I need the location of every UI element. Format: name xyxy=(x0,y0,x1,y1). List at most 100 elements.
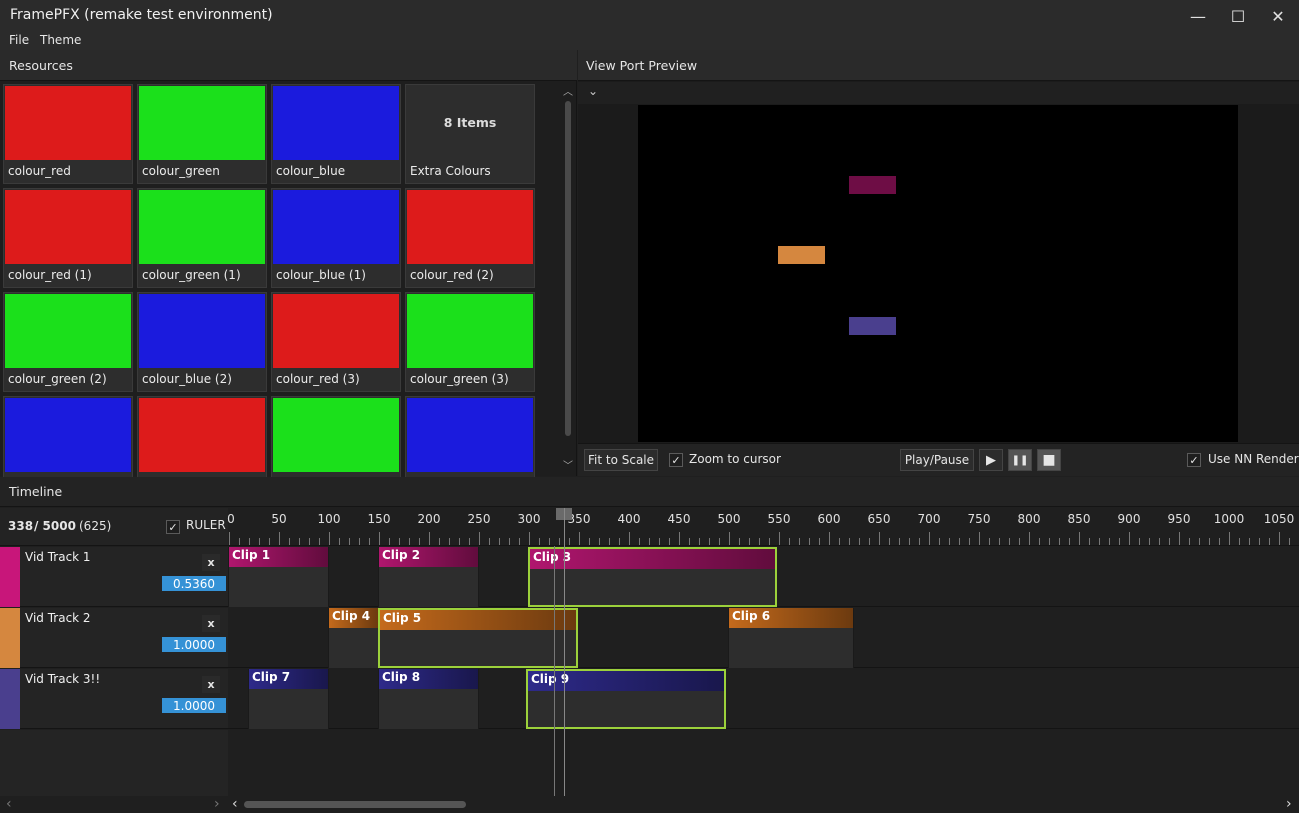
ruler-tick-label: 1000 xyxy=(1213,512,1245,526)
ruler-checkbox[interactable]: ✓ xyxy=(166,520,180,534)
timeline-clip[interactable]: Clip 6 xyxy=(728,608,854,668)
timeline-clip[interactable]: Clip 5 xyxy=(378,608,578,668)
timeline-clip[interactable]: Clip 7 xyxy=(248,669,329,729)
chevron-down-icon[interactable]: ⌄ xyxy=(588,84,598,98)
preview-canvas[interactable] xyxy=(638,105,1238,442)
track-opacity-slider[interactable]: 0.5360 xyxy=(162,576,226,591)
resource-item[interactable]: colour_red (2) xyxy=(405,188,535,288)
resources-scrollbar[interactable]: ︿ ﹀ xyxy=(561,83,575,473)
ruler-tick xyxy=(1039,538,1040,545)
ruler-tick xyxy=(389,538,390,545)
resource-label: colour_blue xyxy=(276,164,346,178)
ruler-tick xyxy=(849,538,850,545)
resource-item[interactable]: colour_blue (2) xyxy=(137,292,267,392)
ruler-tick xyxy=(479,532,480,545)
ruler-tick xyxy=(519,538,520,545)
resource-thumbnail xyxy=(273,190,399,264)
resource-item[interactable]: colour_red (3) xyxy=(271,292,401,392)
pause-button[interactable]: ❚❚ xyxy=(1008,449,1032,471)
stop-button[interactable]: ■ xyxy=(1037,449,1061,471)
resource-item[interactable] xyxy=(271,396,401,482)
menu-theme[interactable]: Theme xyxy=(40,33,81,47)
minimize-button[interactable]: — xyxy=(1178,0,1218,32)
scroll-right-icon[interactable]: › xyxy=(214,796,220,812)
timeline-info: 338 / 5000 (625) ✓ RULER xyxy=(0,508,228,546)
timeline-clip[interactable]: Clip 2 xyxy=(378,547,479,607)
ruler-tick xyxy=(999,538,1000,545)
resource-item[interactable]: colour_green (1) xyxy=(137,188,267,288)
track-close-button[interactable]: x xyxy=(202,615,220,632)
track-name: Vid Track 3!! xyxy=(25,672,101,686)
timeline-hscrollbar[interactable]: ‹ › xyxy=(228,796,1299,813)
track-close-button[interactable]: x xyxy=(202,676,220,693)
timeline-scroll-right-icon[interactable]: › xyxy=(1286,796,1292,812)
resource-item[interactable]: 8 Items Extra Colours xyxy=(405,84,535,184)
ruler-tick xyxy=(649,538,650,545)
fit-to-scale-button[interactable]: Fit to Scale xyxy=(584,449,658,471)
close-button[interactable]: ✕ xyxy=(1258,0,1298,32)
timeline-clip[interactable]: Clip 3 xyxy=(528,547,777,607)
resource-thumbnail xyxy=(139,294,265,368)
resource-thumbnail xyxy=(139,398,265,472)
timeline-clip[interactable]: Clip 1 xyxy=(228,547,329,607)
track-row[interactable]: Clip 7 Clip 8 Clip 9 xyxy=(228,669,1299,729)
scroll-left-icon[interactable]: ‹ xyxy=(6,796,12,812)
timeline-ruler[interactable]: 0 50 100 150 200 250 300 350 400 450 500 550 600 650 7… xyxy=(227,508,1299,546)
ruler-tick xyxy=(839,538,840,545)
resource-item[interactable]: colour_green (3) xyxy=(405,292,535,392)
resource-item[interactable] xyxy=(405,396,535,482)
ruler-tick xyxy=(699,538,700,545)
resource-item[interactable]: colour_red (1) xyxy=(3,188,133,288)
track-heads-scrollbar[interactable]: ‹ › xyxy=(0,796,228,813)
play-button[interactable]: ▶ xyxy=(979,449,1003,471)
resource-item[interactable]: colour_green (2) xyxy=(3,292,133,392)
timeline-scroll-left-icon[interactable]: ‹ xyxy=(232,796,238,812)
ruler-tick-label: 900 xyxy=(1117,512,1141,526)
track-header[interactable]: Vid Track 3!! x 1.0000 xyxy=(0,669,228,729)
ruler-tick xyxy=(429,532,430,545)
resource-item[interactable]: colour_green xyxy=(137,84,267,184)
scroll-up-icon[interactable]: ︿ xyxy=(563,83,573,98)
track-row[interactable]: Clip 4 Clip 5 Clip 6 xyxy=(228,608,1299,668)
resource-thumbnail xyxy=(5,190,131,264)
ruler-tick xyxy=(869,538,870,545)
track-header[interactable]: Vid Track 1 x 0.5360 xyxy=(0,547,228,607)
ruler-tick xyxy=(569,538,570,545)
timeline-scroll-thumb[interactable] xyxy=(244,801,466,808)
zoom-to-cursor-checkbox[interactable]: ✓ xyxy=(669,453,683,467)
timeline-clip[interactable]: Clip 9 xyxy=(526,669,726,729)
ruler-tick xyxy=(249,538,250,545)
ruler-tick-label: 850 xyxy=(1067,512,1091,526)
maximize-button[interactable]: ☐ xyxy=(1218,0,1258,32)
ruler-tick xyxy=(929,532,930,545)
track-close-button[interactable]: x xyxy=(202,554,220,571)
timeline-clip[interactable]: Clip 4 xyxy=(328,608,379,668)
resource-item[interactable] xyxy=(3,396,133,482)
ruler-tick xyxy=(229,532,230,545)
scroll-down-icon[interactable]: ﹀ xyxy=(563,457,573,472)
resource-label: colour_red (2) xyxy=(410,268,494,282)
track-opacity-slider[interactable]: 1.0000 xyxy=(162,637,226,652)
timeline-clip[interactable]: Clip 8 xyxy=(378,669,479,729)
ruler-tick xyxy=(279,532,280,545)
track-opacity-slider[interactable]: 1.0000 xyxy=(162,698,226,713)
track-header[interactable]: Vid Track 2 x 1.0000 xyxy=(0,608,228,668)
ruler-tick xyxy=(609,538,610,545)
viewport-toolbar: ⌄ xyxy=(578,82,1299,104)
ruler-tick-label: 1050 xyxy=(1263,512,1295,526)
resource-item[interactable]: colour_blue (1) xyxy=(271,188,401,288)
track-row[interactable]: Clip 1 Clip 2 Clip 3 xyxy=(228,547,1299,607)
use-nn-render-checkbox[interactable]: ✓ xyxy=(1187,453,1201,467)
ruler-tick xyxy=(719,538,720,545)
ruler-tick xyxy=(799,538,800,545)
ruler-tick xyxy=(889,538,890,545)
ruler-tick xyxy=(1059,538,1060,545)
menu-file[interactable]: File xyxy=(9,33,29,47)
resources-scroll-thumb[interactable] xyxy=(565,101,571,436)
ruler-tick xyxy=(449,538,450,545)
play-pause-button[interactable]: Play/Pause xyxy=(900,449,974,471)
resource-item[interactable]: colour_blue xyxy=(271,84,401,184)
resource-item[interactable]: colour_red xyxy=(3,84,133,184)
ruler-tick xyxy=(979,532,980,545)
resource-item[interactable] xyxy=(137,396,267,482)
